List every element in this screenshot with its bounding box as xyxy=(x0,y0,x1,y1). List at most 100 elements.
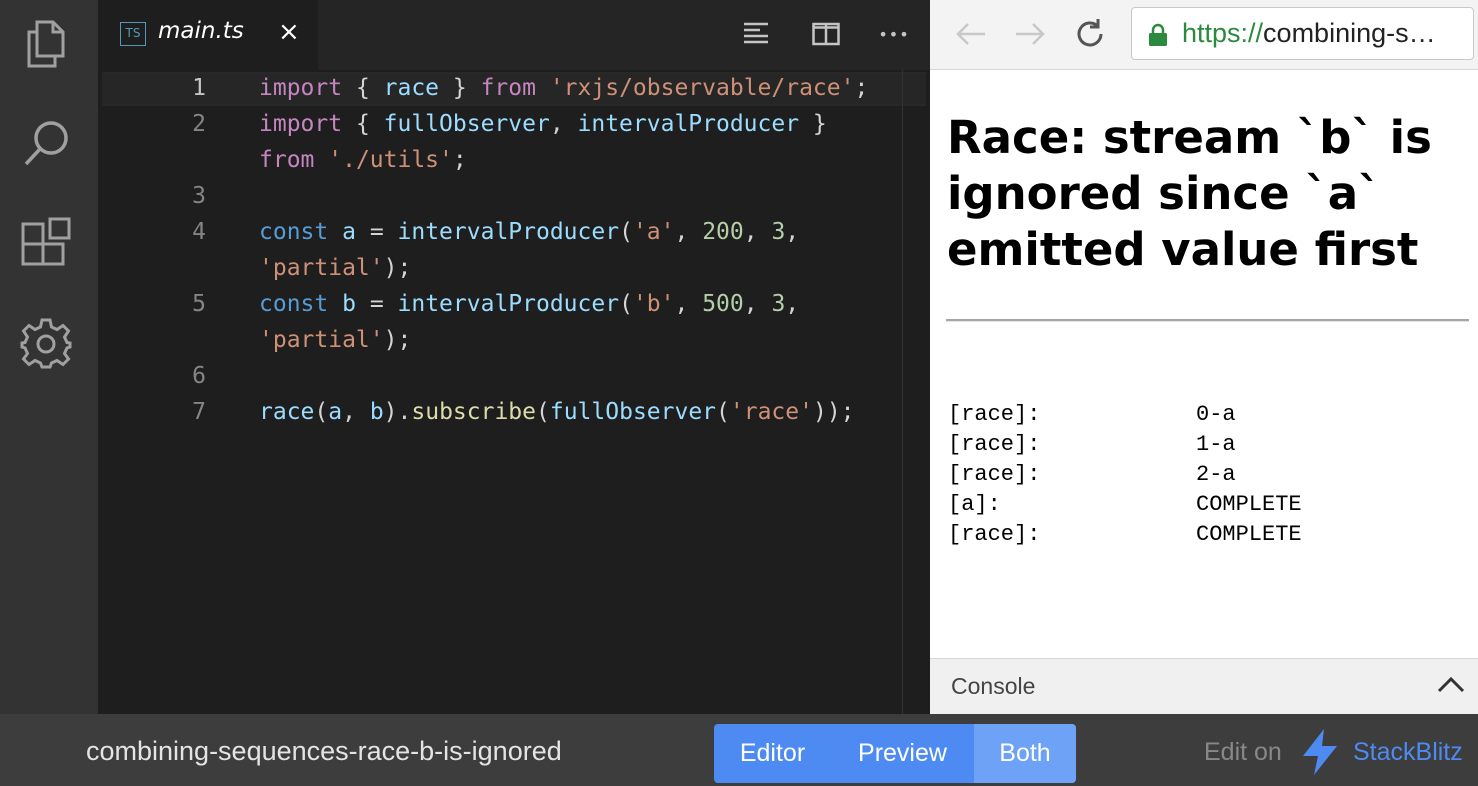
code-token: from xyxy=(480,75,536,101)
url-text: https://combining-s… xyxy=(1182,18,1436,49)
code-token: } xyxy=(439,75,481,101)
code-token: fullObserver xyxy=(383,111,550,137)
editor-tab-bar: TS main.ts × ••• xyxy=(98,0,930,70)
code-token: ); xyxy=(383,327,412,353)
log-value: 2-a xyxy=(1196,462,1236,487)
code-token: a xyxy=(328,399,343,425)
line-number: 6 xyxy=(192,363,206,389)
address-bar[interactable]: https://combining-s… xyxy=(1131,7,1474,60)
chevron-up-icon[interactable] xyxy=(1436,673,1466,695)
embed-footer: combining-sequences-race-b-is-ignored Ed… xyxy=(0,714,1478,786)
code-token: const xyxy=(259,219,329,245)
code-editor[interactable]: 1 2 3 4 5 6 7 import { race } from 'rxjs… xyxy=(98,70,930,714)
forward-arrow-icon[interactable] xyxy=(1008,12,1052,56)
code-token: intervalProducer xyxy=(397,291,620,317)
code-token: const xyxy=(259,291,329,317)
browser-navbar: https://combining-s… xyxy=(930,0,1478,70)
code-line-wrapped: from './utils'; xyxy=(259,142,467,178)
stackblitz-bolt-icon[interactable] xyxy=(1300,728,1340,776)
code-token: 500 xyxy=(702,291,744,317)
code-line: race(a, b).subscribe(fullObserver('race'… xyxy=(259,394,855,430)
code-token: ( xyxy=(314,399,329,425)
code-token: 'rxjs/observable/race' xyxy=(549,75,855,101)
editor-vertical-ruler xyxy=(902,70,903,714)
console-panel-header[interactable]: Console xyxy=(930,658,1478,714)
activity-bar xyxy=(0,0,98,714)
search-icon[interactable] xyxy=(19,116,73,170)
lock-icon xyxy=(1149,23,1167,46)
format-lines-icon[interactable] xyxy=(736,14,776,54)
settings-gear-icon[interactable] xyxy=(19,316,73,370)
code-token: , xyxy=(743,219,772,245)
tab-main-ts[interactable]: TS main.ts × xyxy=(98,0,318,70)
code-token: a xyxy=(342,219,356,245)
project-name: combining-sequences-race-b-is-ignored xyxy=(86,736,562,766)
stackblitz-link[interactable]: StackBlitz xyxy=(1353,738,1463,767)
view-mode-preview-button[interactable]: Preview xyxy=(831,724,974,783)
log-key: [race]: xyxy=(948,522,1041,547)
code-token: , xyxy=(342,399,370,425)
extensions-icon[interactable] xyxy=(19,216,73,270)
code-token: ( xyxy=(619,219,633,245)
code-token: = xyxy=(355,219,398,245)
code-token: , xyxy=(785,291,800,317)
log-row: [race]: COMPLETE xyxy=(948,520,1302,550)
stackblitz-embed: TS main.ts × ••• 1 2 3 4 5 6 7 import {… xyxy=(0,0,1478,786)
log-key: [race]: xyxy=(948,462,1041,487)
log-value: 0-a xyxy=(1196,402,1236,427)
code-token: b xyxy=(342,291,356,317)
line-number: 7 xyxy=(192,399,206,425)
code-token: ; xyxy=(854,75,869,101)
code-token: subscribe xyxy=(411,399,536,425)
code-token: { xyxy=(342,75,384,101)
code-line-wrapped: 'partial'); xyxy=(259,322,411,358)
code-token: , xyxy=(549,111,578,137)
code-token: = xyxy=(355,291,398,317)
log-value: 1-a xyxy=(1196,432,1236,457)
code-token: )); xyxy=(812,399,855,425)
code-token: 'partial' xyxy=(259,255,384,281)
reload-icon[interactable] xyxy=(1068,12,1112,56)
edit-on-label[interactable]: Edit on xyxy=(1204,738,1282,767)
more-actions-icon[interactable]: ••• xyxy=(874,14,914,54)
typescript-file-icon: TS xyxy=(120,22,146,46)
code-token: , xyxy=(674,219,703,245)
code-token: './utils' xyxy=(328,147,453,173)
code-token: ( xyxy=(716,399,730,425)
code-line: const a = intervalProducer('a', 200, 3, xyxy=(259,214,799,250)
code-token: fullObserver xyxy=(549,399,717,425)
code-token: , xyxy=(743,291,772,317)
view-mode-editor-button[interactable]: Editor xyxy=(714,724,831,783)
log-value: COMPLETE xyxy=(1196,522,1302,547)
code-token: from xyxy=(259,147,315,173)
log-value: COMPLETE xyxy=(1196,492,1302,517)
code-token: } xyxy=(799,111,827,137)
url-host: combining-s… xyxy=(1263,18,1436,48)
code-token: 'a' xyxy=(632,219,675,245)
line-number: 4 xyxy=(192,219,206,245)
code-token: ); xyxy=(383,255,412,281)
code-token: 3 xyxy=(771,291,786,317)
view-mode-both-button[interactable]: Both xyxy=(974,724,1076,783)
code-token: race xyxy=(383,75,440,101)
code-token: , xyxy=(674,291,703,317)
output-log: [race]: 0-a [race]: 1-a [race]: 2-a [a]: COM… xyxy=(948,400,1302,550)
log-key: [race]: xyxy=(948,402,1041,427)
code-line: import { race } from 'rxjs/observable/ra… xyxy=(259,70,868,106)
log-row: [race]: 2-a xyxy=(948,460,1302,490)
split-editor-icon[interactable] xyxy=(806,14,846,54)
code-token: ( xyxy=(619,291,633,317)
close-icon[interactable]: × xyxy=(278,17,300,47)
code-token: import xyxy=(259,75,343,101)
code-token: ; xyxy=(452,147,467,173)
tab-label: main.ts xyxy=(158,18,244,44)
code-token: intervalProducer xyxy=(577,111,800,137)
code-token: 'b' xyxy=(632,291,675,317)
back-arrow-icon[interactable] xyxy=(949,12,993,56)
code-token: intervalProducer xyxy=(397,219,620,245)
files-icon[interactable] xyxy=(19,16,73,70)
code-token: b xyxy=(369,399,384,425)
code-token: { xyxy=(342,111,384,137)
